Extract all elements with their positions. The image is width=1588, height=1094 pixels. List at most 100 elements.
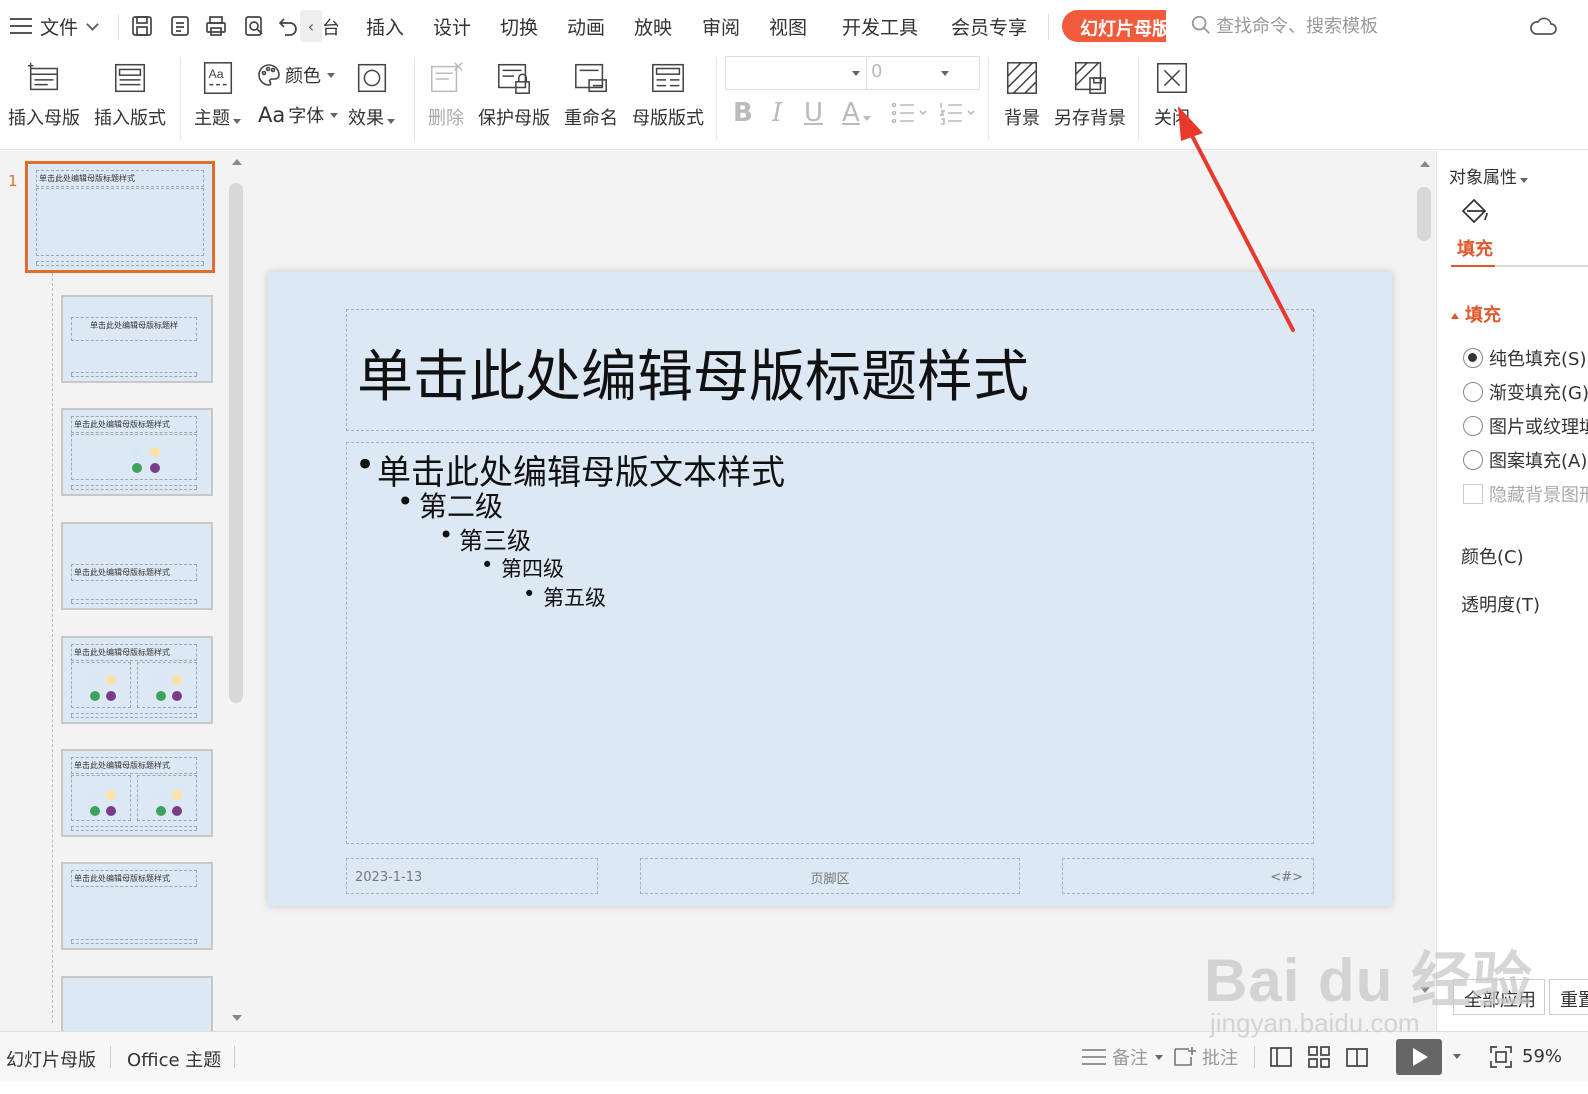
reset-background-button[interactable]: 重置背景 bbox=[1549, 979, 1588, 1015]
radio-pattern-fill[interactable]: 图案填充(A) bbox=[1463, 447, 1588, 473]
comment-icon bbox=[1174, 1047, 1196, 1066]
italic-button[interactable]: I bbox=[772, 98, 782, 128]
thumbnail-layout[interactable]: 单击此处编辑母版标题样式 bbox=[61, 636, 213, 724]
fit-window-icon[interactable] bbox=[1488, 1044, 1514, 1070]
save-icon[interactable] bbox=[130, 14, 154, 38]
background-button[interactable]: 背景 bbox=[1002, 58, 1042, 130]
file-menu[interactable]: 文件 bbox=[10, 12, 101, 40]
tab-animations[interactable]: 动画 bbox=[567, 13, 605, 40]
underline-button[interactable]: U bbox=[804, 98, 823, 128]
scroll-down-icon[interactable] bbox=[1420, 987, 1430, 993]
slide-number-placeholder[interactable]: <#> bbox=[1062, 858, 1314, 894]
fill-section-header[interactable]: 填充 bbox=[1451, 301, 1501, 327]
scrollbar-thumb[interactable] bbox=[229, 183, 243, 703]
radio-solid-fill[interactable]: 纯色填充(S) bbox=[1463, 345, 1588, 371]
scroll-up-icon[interactable] bbox=[1420, 161, 1430, 167]
master-layout-label: 母版版式 bbox=[632, 108, 704, 129]
font-name-select[interactable] bbox=[725, 56, 867, 90]
numbered-list-button[interactable] bbox=[938, 100, 976, 133]
tab-design[interactable]: 设计 bbox=[433, 13, 471, 40]
scroll-down-icon[interactable] bbox=[232, 1015, 242, 1021]
font-size-select[interactable]: 0 bbox=[866, 56, 980, 90]
color-button[interactable]: 颜色 bbox=[256, 62, 335, 88]
caret-icon[interactable] bbox=[1453, 1054, 1461, 1059]
thumbnail-footer bbox=[36, 261, 204, 266]
scroll-up-icon[interactable] bbox=[232, 159, 242, 165]
print-preview-icon[interactable] bbox=[242, 14, 266, 38]
command-search[interactable]: 查找命令、搜索模板 bbox=[1190, 12, 1378, 38]
notes-button[interactable]: 备注 bbox=[1080, 1044, 1163, 1070]
thumbnail-layout[interactable]: 单击此处编辑母版标题样式 bbox=[61, 522, 213, 610]
title-placeholder-text: 单击此处编辑母版标题样式 bbox=[357, 345, 1029, 410]
thumbnail-master[interactable]: 单击此处编辑母版标题样式 bbox=[25, 161, 215, 273]
delete-button[interactable]: 删除 bbox=[426, 58, 466, 130]
theme-name-label[interactable]: Office 主题 bbox=[127, 1046, 221, 1072]
bullet-list-icon bbox=[891, 102, 927, 124]
thumbnail-layout[interactable]: 单击此处编辑母版标题样式 bbox=[61, 749, 213, 837]
cloud-sync-icon[interactable] bbox=[1528, 14, 1558, 38]
scrollbar-thumb[interactable] bbox=[1417, 187, 1431, 241]
tab-fill[interactable]: 填充 bbox=[1457, 235, 1493, 261]
divider bbox=[118, 14, 119, 40]
thumbnail-scrollbar[interactable] bbox=[228, 155, 244, 1025]
body-placeholder[interactable]: 单击此处编辑母版文本样式 第二级 第三级 第四级 第五级 bbox=[346, 442, 1314, 844]
apply-all-button[interactable]: 全部应用 bbox=[1453, 979, 1545, 1015]
radio-picture-fill[interactable]: 图片或纹理填充(P) bbox=[1463, 413, 1588, 439]
caret-icon bbox=[852, 71, 860, 76]
thumbnail-layout[interactable]: 单击此处编辑母版标题样式 bbox=[61, 862, 213, 950]
tab-slide-master[interactable]: 幻灯片母版 bbox=[1062, 10, 1166, 42]
comments-label: 批注 bbox=[1202, 1048, 1238, 1069]
svg-text:Aa: Aa bbox=[208, 67, 223, 81]
slide-master-canvas[interactable]: 单击此处编辑母版标题样式 单击此处编辑母版文本样式 第二级 第三级 第四级 第五… bbox=[268, 272, 1392, 906]
hide-background-checkbox[interactable]: 隐藏背景图形 bbox=[1463, 481, 1588, 507]
fill-bucket-icon[interactable] bbox=[1459, 195, 1491, 227]
rename-button[interactable]: 重命名 bbox=[564, 58, 618, 130]
insert-layout-button[interactable]: 插入版式 bbox=[94, 58, 166, 130]
close-master-view-button[interactable]: 关闭 bbox=[1152, 58, 1192, 130]
footer-placeholder[interactable]: 页脚区 bbox=[640, 858, 1020, 894]
thumbnail-body bbox=[71, 434, 197, 480]
tab-view[interactable]: 视图 bbox=[769, 13, 807, 40]
divider bbox=[988, 58, 989, 140]
tab-review[interactable]: 审阅 bbox=[702, 13, 740, 40]
bullet-list-button[interactable] bbox=[890, 100, 928, 133]
canvas-scrollbar[interactable] bbox=[1416, 157, 1432, 997]
palette-icon bbox=[258, 64, 280, 86]
font-button[interactable]: Aa 字体 bbox=[258, 102, 339, 128]
export-pdf-icon[interactable] bbox=[168, 14, 192, 38]
save-background-button[interactable]: 另存背景 bbox=[1054, 58, 1126, 130]
protect-master-button[interactable]: 保护母版 bbox=[478, 58, 550, 130]
play-slideshow-button[interactable] bbox=[1396, 1039, 1442, 1075]
picture-icon bbox=[90, 675, 100, 685]
thumbnail-layout[interactable]: 单击此处编辑母版标题样式 bbox=[61, 408, 213, 496]
radio-gradient-fill[interactable]: 渐变填充(G) bbox=[1463, 379, 1588, 405]
font-color-button[interactable]: A bbox=[842, 98, 871, 128]
thumbnail-footer bbox=[71, 599, 197, 604]
slide-sorter-icon[interactable] bbox=[1306, 1044, 1332, 1070]
normal-view-icon[interactable] bbox=[1268, 1044, 1294, 1070]
bold-button[interactable]: B bbox=[733, 98, 753, 128]
tab-membership[interactable]: 会员专享 bbox=[951, 13, 1027, 40]
undo-icon[interactable] bbox=[276, 14, 300, 38]
tab-scroll-left-button[interactable]: ‹ bbox=[300, 10, 322, 42]
tab-slideshow[interactable]: 放映 bbox=[634, 13, 672, 40]
master-layout-button[interactable]: 母版版式 bbox=[632, 58, 704, 130]
tab-insert[interactable]: 插入 bbox=[366, 13, 404, 40]
thumbnail-layout[interactable] bbox=[61, 976, 213, 1036]
date-placeholder[interactable]: 2023-1-13 bbox=[346, 858, 598, 894]
reading-view-icon[interactable] bbox=[1344, 1044, 1370, 1070]
divider bbox=[716, 58, 717, 140]
theme-button[interactable]: Aa 主题 bbox=[194, 58, 241, 130]
print-icon[interactable] bbox=[204, 14, 228, 38]
comments-button[interactable]: 批注 bbox=[1172, 1044, 1238, 1070]
thumbnail-layout[interactable]: 单击此处编辑母版标题样 bbox=[61, 295, 213, 383]
tab-developer[interactable]: 开发工具 bbox=[842, 13, 918, 40]
tab-partial[interactable]: 台 bbox=[322, 14, 338, 40]
insert-master-button[interactable]: 插入母版 bbox=[8, 58, 80, 130]
effect-button[interactable]: 效果 bbox=[348, 58, 395, 130]
title-placeholder[interactable]: 单击此处编辑母版标题样式 bbox=[346, 309, 1314, 431]
panel-title[interactable]: 对象属性 bbox=[1449, 163, 1528, 188]
zoom-level[interactable]: 59% bbox=[1522, 1046, 1562, 1067]
caret-icon bbox=[387, 119, 395, 124]
tab-transitions[interactable]: 切换 bbox=[500, 13, 538, 40]
